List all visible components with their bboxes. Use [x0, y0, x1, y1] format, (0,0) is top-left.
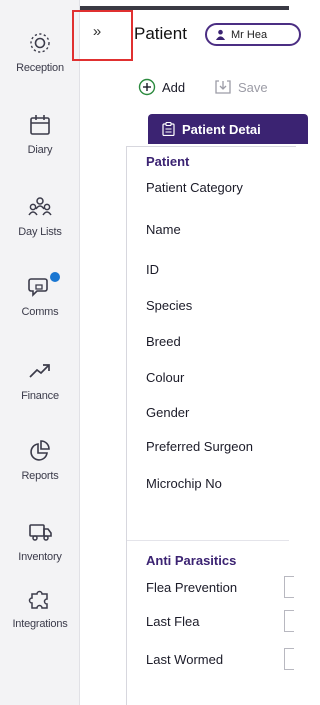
- flea-prevention-field[interactable]: [284, 576, 294, 598]
- sidebar-item-reception[interactable]: Reception: [0, 30, 80, 74]
- calendar-icon: [30, 115, 50, 135]
- sidebar-item-label: Inventory: [18, 551, 62, 563]
- page-title: Patient: [134, 24, 187, 43]
- sidebar-item-label: Diary: [27, 144, 53, 156]
- add-button[interactable]: Add: [138, 78, 185, 96]
- notification-dot: [50, 272, 60, 282]
- sidebar-item-label: Comms: [21, 306, 59, 318]
- field-label: Breed: [146, 334, 181, 349]
- sidebar-item-finance[interactable]: Finance: [0, 358, 80, 402]
- sidebar-item-integrations[interactable]: Integrations: [0, 586, 80, 630]
- last-flea-field[interactable]: [284, 610, 294, 632]
- client-name: Mr Hea: [231, 28, 268, 41]
- plus-circle-icon: [138, 78, 156, 96]
- sidebar-item-day-lists[interactable]: Day Lists: [0, 194, 80, 238]
- section-divider: [127, 540, 289, 541]
- last-wormed-field[interactable]: [284, 648, 294, 670]
- section-heading-patient: Patient: [146, 154, 190, 169]
- client-pill[interactable]: Mr Hea: [205, 23, 301, 46]
- clipboard-icon: [162, 122, 175, 136]
- field-label: Species: [146, 298, 193, 313]
- expand-sidebar-button[interactable]: »: [85, 16, 109, 46]
- sidebar-item-label: Reports: [21, 470, 59, 482]
- field-label: Last Wormed: [146, 652, 224, 667]
- field-label: Preferred Surgeon: [146, 439, 253, 454]
- save-icon: [215, 80, 231, 94]
- window-top-border: [80, 6, 289, 10]
- field-label: Name: [146, 222, 181, 237]
- field-label: Gender: [146, 405, 190, 420]
- sidebar-item-label: Integrations: [12, 618, 68, 630]
- sidebar: Reception Diary Day Lists Comms Finance …: [0, 0, 80, 705]
- sidebar-item-label: Day Lists: [18, 226, 62, 238]
- field-label: Last Flea: [146, 614, 200, 629]
- sidebar-item-label: Finance: [21, 390, 59, 402]
- people-icon: [28, 197, 52, 216]
- section-heading-anti-parasitics: Anti Parasitics: [146, 553, 237, 568]
- add-label: Add: [162, 79, 186, 95]
- trend-arrow-icon: [29, 364, 50, 378]
- field-label: ID: [146, 262, 159, 277]
- tab-label: Patient Detai: [182, 121, 261, 137]
- field-label: Flea Prevention: [146, 580, 238, 595]
- sidebar-item-inventory[interactable]: Inventory: [0, 519, 80, 563]
- tab-patient-details[interactable]: Patient Detai: [148, 114, 308, 144]
- sidebar-item-diary[interactable]: Diary: [0, 112, 80, 156]
- puzzle-icon: [28, 590, 48, 609]
- person-icon: [215, 29, 226, 40]
- field-label: Microchip No: [146, 476, 222, 491]
- pie-chart-icon: [30, 440, 50, 461]
- save-label: Save: [238, 79, 268, 95]
- sidebar-item-comms[interactable]: Comms: [0, 274, 80, 318]
- field-label: Colour: [146, 370, 185, 385]
- save-button[interactable]: Save: [214, 78, 268, 96]
- sidebar-item-reports[interactable]: Reports: [0, 438, 80, 482]
- truck-icon: [29, 524, 52, 541]
- sidebar-item-label: Reception: [16, 62, 64, 74]
- reception-icon: [30, 33, 50, 53]
- field-label: Patient Category: [146, 180, 243, 195]
